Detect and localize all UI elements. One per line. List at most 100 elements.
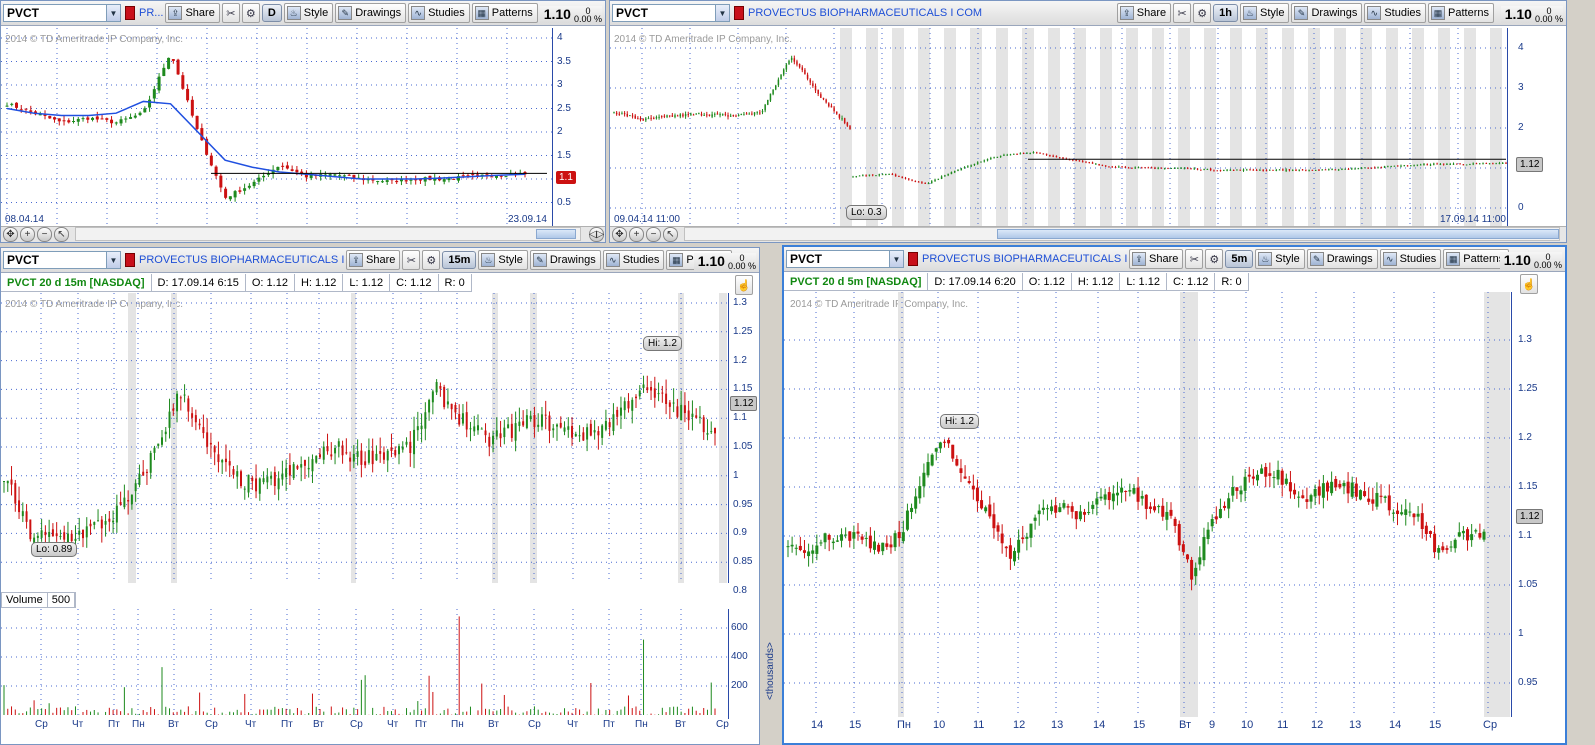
candle-body [1441,546,1445,551]
pan-icon[interactable]: ✥ [612,227,627,242]
symbol-selector[interactable]: PVCT ▼ [3,4,121,22]
settings-button[interactable]: ⚙ [1205,249,1224,269]
time-tick-label: Ср [528,719,541,730]
candle-body [817,89,819,94]
drawings-button[interactable]: ✎ Drawings [529,250,601,270]
style-icon: ♨ [286,6,301,20]
scroll-thumb[interactable] [536,229,576,239]
chart-panel-daily[interactable]: PVCT ▼ PR... ⇪ Share ✂ ⚙ D ♨ Style ✎ Drawing… [0,0,606,243]
candle-body [975,487,979,502]
zoom-in-icon[interactable]: + [20,227,35,242]
candle-body [668,115,671,117]
session-shade [1282,28,1294,226]
chevron-down-icon[interactable]: ▼ [889,251,903,267]
aggregation-button[interactable]: 5m [1225,250,1254,268]
candle-body [1121,166,1123,168]
time-scrollbar[interactable] [75,227,581,241]
expand-icon[interactable]: ◁▷ [589,227,604,242]
drawings-button[interactable]: ✎ Drawings [335,3,407,23]
candle-body [53,117,57,120]
cursor-icon[interactable]: ↖ [54,227,69,242]
style-button[interactable]: ♨ Style [283,3,334,23]
candle-body [194,415,197,423]
symbol-selector[interactable]: PVCT ▼ [612,4,730,22]
style-label: Style [303,7,329,19]
price-chart-daily[interactable] [1,28,553,226]
chevron-down-icon[interactable]: ▼ [715,5,729,21]
settings-button[interactable]: ⚙ [1193,3,1212,23]
chevron-down-icon[interactable]: ▼ [106,5,120,21]
share-label: Share [1149,253,1179,265]
share-button[interactable]: ⇪ Share [346,250,401,270]
time-scrollbar[interactable] [684,227,1560,241]
study-description[interactable]: PVCT 20 d 15m [NASDAQ] [1,273,152,292]
chevron-down-icon[interactable]: ▼ [106,252,120,268]
study-description[interactable]: PVCT 20 d 5m [NASDAQ] [784,272,929,291]
candle-body [1453,539,1457,549]
price-chart-5m[interactable] [784,292,1512,717]
zoom-in-icon[interactable]: + [629,227,644,242]
candle-body [123,497,126,508]
chart-panel-hourly[interactable]: PVCT ▼ PROVECTUS BIOPHARMACEUTICALS I COM… [609,0,1567,243]
candle-body [1058,157,1061,159]
patterns-button[interactable]: ▦Patterns [471,3,538,23]
style-button[interactable]: ♨ Style [478,250,528,270]
candle-body [905,510,909,530]
axis-tick-label: 2.5 [557,102,571,114]
session-shade [866,28,878,226]
session-shade [1022,28,1034,226]
pan-icon[interactable]: ✥ [3,227,18,242]
cursor-icon[interactable]: ↖ [663,227,678,242]
style-button[interactable]: ♨ Style [1240,3,1290,23]
share-button[interactable]: ⇪ Share [165,3,220,23]
candle-body [1301,495,1305,499]
volume-chart[interactable] [1,609,729,719]
chart-panel-15m[interactable]: PVCT ▼ PROVECTUS BIOPHARMACEUTICALS I C..… [0,247,760,745]
scroll-thumb[interactable] [997,229,1559,239]
zoom-out-icon[interactable]: − [646,227,661,242]
wrench-button[interactable]: ✂ [1173,3,1192,23]
candle-body [1495,163,1497,165]
candle-body [687,410,690,421]
candle-body [364,461,367,466]
candle-body [1029,153,1031,155]
chart-panel-5m[interactable]: PVCT ▼ PROVECTUS BIOPHARMACEUTICALS I C..… [782,245,1567,745]
drawings-button[interactable]: ✎ Drawings [1306,249,1378,269]
studies-button[interactable]: ∿ Studies [602,250,665,270]
studies-button[interactable]: ∿ Studies [1379,249,1442,269]
studies-button[interactable]: ∿ Studies [408,3,470,23]
studies-button[interactable]: ∿ Studies [1364,3,1427,23]
session-shade [1256,28,1268,226]
price-chart-15m[interactable] [1,293,729,583]
candle-body [522,421,525,426]
drawings-button[interactable]: ✎ Drawings [1291,3,1363,23]
patterns-button[interactable]: ▦Patterns [1428,3,1494,23]
candle-body [367,450,370,463]
aggregation-button[interactable]: 1h [1213,4,1238,22]
wrench-button[interactable]: ✂ [402,250,421,270]
settings-button[interactable]: ⚙ [422,250,441,270]
settings-button[interactable]: ⚙ [241,3,260,23]
wrench-button[interactable]: ✂ [221,3,240,23]
time-tick-label: Пн [451,719,464,730]
aggregation-button[interactable]: D [261,4,282,22]
candle-body [875,175,877,177]
candle-body [719,114,721,116]
time-tick-label: Пт [603,719,615,730]
pin-button[interactable]: ☝ [1520,274,1538,294]
candle-body [243,188,247,191]
candle-body [1456,163,1458,165]
symbol-selector[interactable]: PVCT ▼ [786,250,904,268]
zoom-out-icon[interactable]: − [37,227,52,242]
style-button[interactable]: ♨ Style [1255,249,1305,269]
candle-body [228,461,231,466]
studies-icon: ∿ [411,6,426,20]
aggregation-button[interactable]: 15m [442,251,477,269]
pin-button[interactable]: ☝ [735,275,753,295]
wrench-button[interactable]: ✂ [1185,249,1204,269]
symbol-selector[interactable]: PVCT ▼ [3,251,121,269]
share-button[interactable]: ⇪ Share [1116,3,1172,23]
share-button[interactable]: ⇪ Share [1129,249,1184,269]
price-chart-hourly[interactable] [610,28,1508,226]
axis-tick-label: 0.5 [557,196,571,208]
